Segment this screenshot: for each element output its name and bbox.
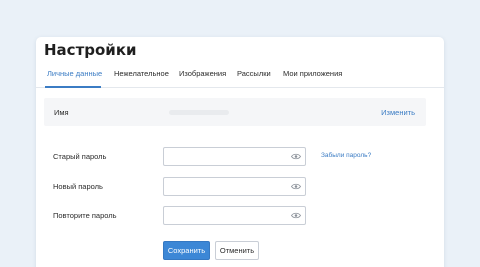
eye-icon[interactable] [291,211,301,220]
eye-icon[interactable] [291,182,301,191]
old-password-input[interactable] [163,147,306,166]
name-label: Имя [54,108,69,117]
forgot-password-link[interactable]: Забыли пароль? [321,152,371,159]
page-title: Настройки [44,41,137,59]
tab-my-apps[interactable]: Мои приложения [283,69,342,78]
repeat-password-label: Повторите пароль [53,211,117,220]
change-name-link[interactable]: Изменить [381,108,415,117]
tab-unwanted[interactable]: Нежелательное [114,69,169,78]
active-tab-indicator [45,86,101,88]
new-password-input[interactable] [163,177,306,196]
repeat-password-input[interactable] [163,206,306,225]
new-password-label: Новый пароль [53,182,103,191]
tab-bar: Личные данные Нежелательное Изображения … [36,65,444,88]
save-button[interactable]: Сохранить [163,241,210,260]
name-value-redacted [169,110,229,115]
name-row: Имя Изменить [44,98,426,126]
tab-personal-data[interactable]: Личные данные [47,69,102,78]
tab-mailings[interactable]: Рассылки [237,69,271,78]
eye-icon[interactable] [291,152,301,161]
settings-card: Настройки Личные данные Нежелательное Из… [36,37,444,267]
old-password-label: Старый пароль [53,152,107,161]
cancel-button[interactable]: Отменить [215,241,259,260]
tab-images[interactable]: Изображения [179,69,226,78]
